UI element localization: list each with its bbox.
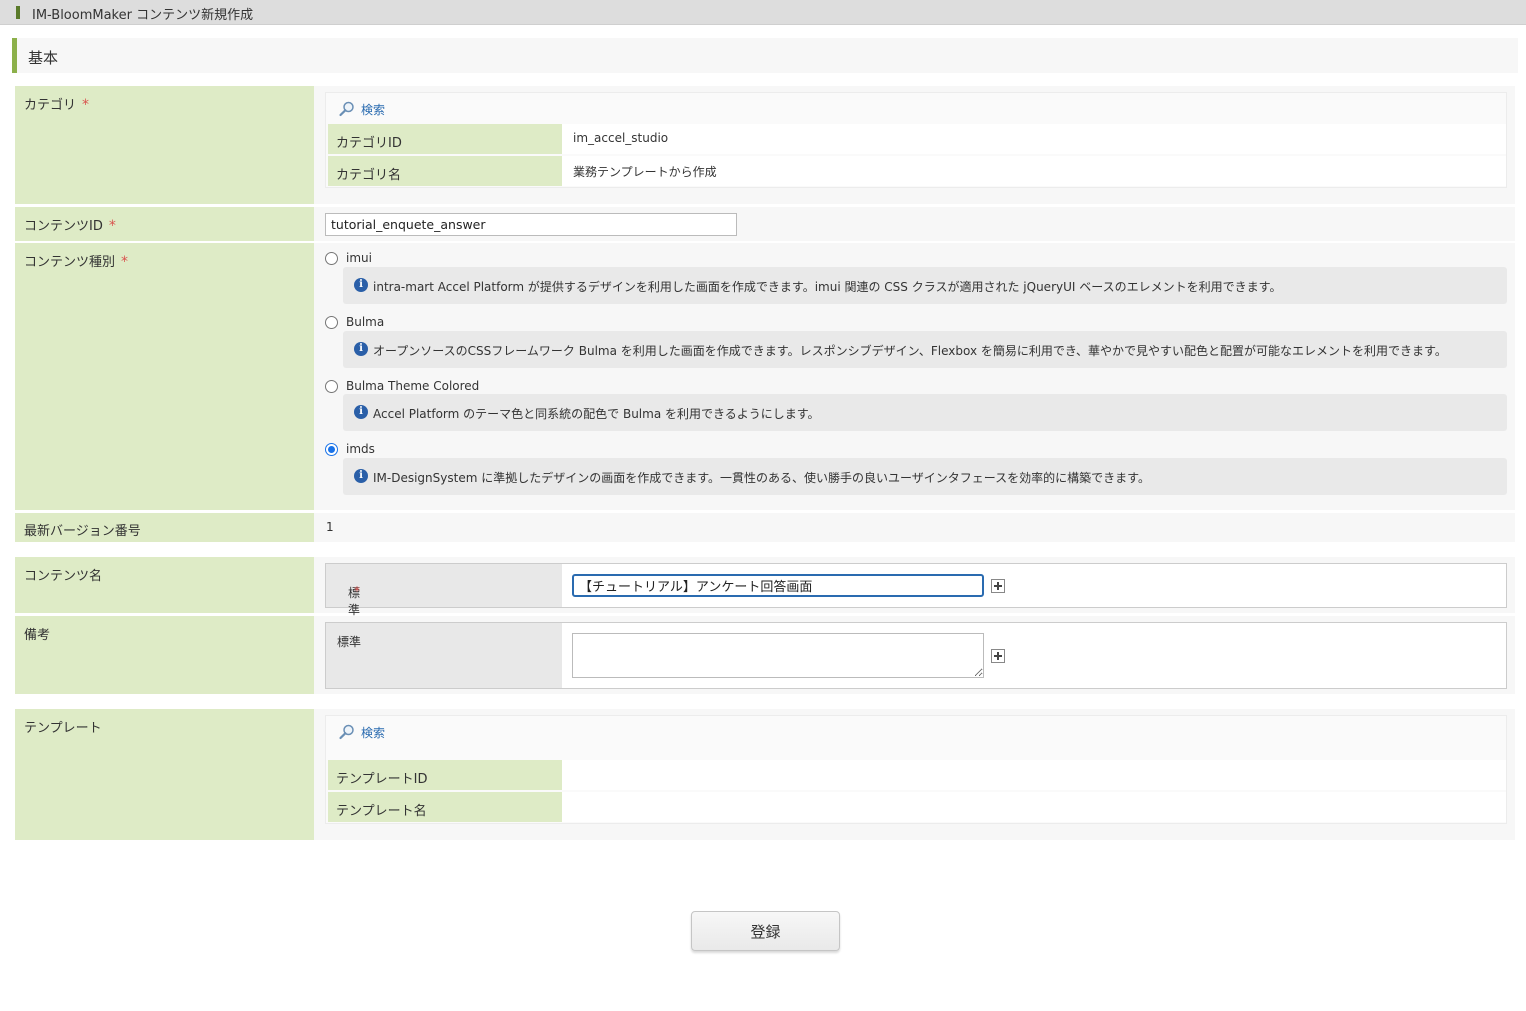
latest-version-label: 最新バージョン番号 [24, 524, 141, 539]
template-lookup: 検索 テンプレートID テンプレート名 [325, 715, 1507, 824]
template-label: テンプレート [24, 721, 102, 736]
category-id-row: カテゴリID im_accel_studio [328, 124, 1506, 154]
radio-imds[interactable] [325, 442, 338, 456]
template-id-label: テンプレートID [336, 772, 428, 787]
content-name-label-cell: コンテンツ名 [15, 557, 314, 613]
notes-textarea[interactable] [572, 633, 984, 678]
content-id-label-cell: コンテンツID * [15, 207, 314, 241]
info-text-bulma-theme-colored: Accel Platform のテーマ色と同系統の配色で Bulma を利用でき… [373, 407, 820, 421]
window-title: IM-BloomMaker コンテンツ新規作成 [32, 8, 254, 23]
notes-label: 備考 [24, 628, 51, 643]
title-bar: IM-BloomMaker コンテンツ新規作成 [0, 0, 1526, 25]
info-text-imds: IM-DesignSystem に準拠したデザインの画面を作成できます。一貫性の… [373, 471, 1150, 485]
notes-label-cell: 備考 [15, 616, 314, 694]
content-name-locale-box: 標準 * [325, 563, 1507, 617]
option-label-bulma-theme-colored: Bulma Theme Colored [346, 379, 480, 393]
content-type-option-imui[interactable]: imui [325, 251, 372, 265]
required-mark: * [354, 584, 360, 598]
category-label-cell: カテゴリ * [15, 86, 314, 204]
radio-bulma-theme-colored[interactable] [325, 379, 338, 393]
category-search-label: 検索 [361, 102, 386, 117]
info-icon: i [354, 469, 368, 483]
info-box-bulma: i オープンソースのCSSフレームワーク Bulma を利用した画面を作成できま… [343, 331, 1507, 368]
category-lookup: 検索 カテゴリID im_accel_studio カテゴリ名 業務テンプレート… [325, 92, 1507, 188]
content-type-row: コンテンツ種別 * imui i intra-mart Accel Platfor… [15, 243, 1515, 510]
search-icon [338, 723, 356, 741]
template-search-label: 検索 [361, 725, 386, 740]
info-text-bulma: オープンソースのCSSフレームワーク Bulma を利用した画面を作成できます。… [373, 344, 1447, 358]
title-bar-marker [16, 6, 20, 19]
info-box-bulma-theme-colored: i Accel Platform のテーマ色と同系統の配色で Bulma を利用… [343, 394, 1507, 431]
category-name-label: カテゴリ名 [336, 168, 402, 183]
info-box-imui: i intra-mart Accel Platform が提供するデザインを利用… [343, 267, 1507, 304]
latest-version-label-cell: 最新バージョン番号 [15, 513, 314, 542]
add-locale-plus-icon[interactable] [991, 579, 1005, 593]
radio-bulma[interactable] [325, 315, 338, 329]
info-text-imui: intra-mart Accel Platform が提供するデザインを利用した… [373, 280, 1282, 294]
template-id-row: テンプレートID [328, 760, 1506, 790]
content-type-option-bulma[interactable]: Bulma [325, 315, 384, 329]
option-label-bulma: Bulma [346, 315, 385, 329]
content-name-input[interactable] [572, 574, 984, 597]
register-button[interactable]: 登録 [691, 911, 840, 951]
info-icon: i [354, 278, 368, 292]
info-box-imds: i IM-DesignSystem に準拠したデザインの画面を作成できます。一貫… [343, 458, 1507, 495]
category-label: カテゴリ [24, 98, 77, 113]
content-name-row: コンテンツ名 標準 * [15, 557, 1515, 617]
info-icon: i [354, 405, 368, 419]
option-label-imui: imui [346, 251, 372, 265]
content-id-input[interactable] [325, 213, 737, 236]
template-label-cell: テンプレート [15, 709, 314, 840]
radio-imui[interactable] [325, 251, 338, 265]
content-type-option-imds[interactable]: imds [325, 442, 375, 456]
section-title: 基本 [28, 49, 59, 67]
section-header: 基本 [12, 38, 1518, 73]
template-name-label: テンプレート名 [336, 804, 427, 819]
content-type-option-bulma-theme-colored[interactable]: Bulma Theme Colored [325, 379, 479, 393]
info-icon: i [354, 342, 368, 356]
category-search-link[interactable]: 検索 [338, 100, 385, 118]
category-name-row: カテゴリ名 業務テンプレートから作成 [328, 156, 1506, 186]
content-type-label-cell: コンテンツ種別 * [15, 243, 314, 510]
required-mark: * [82, 97, 90, 113]
search-icon [338, 100, 356, 118]
required-mark: * [121, 254, 129, 270]
category-name-value: 業務テンプレートから作成 [573, 165, 717, 179]
notes-row: 備考 標準 [15, 616, 1515, 694]
notes-locale-box: 標準 [325, 622, 1507, 689]
category-id-value: im_accel_studio [573, 131, 669, 145]
content-id-row: コンテンツID * [15, 207, 1515, 241]
notes-locale-label-standard: 標準 [337, 635, 362, 649]
content-name-label: コンテンツ名 [24, 569, 103, 584]
template-row: テンプレート 検索 テンプレートID テンプレート名 [15, 709, 1515, 840]
template-name-row: テンプレート名 [328, 792, 1506, 822]
latest-version-row: 最新バージョン番号 1 [15, 513, 1515, 542]
latest-version-value: 1 [326, 520, 334, 534]
content-type-label: コンテンツ種別 [24, 255, 116, 270]
template-search-link[interactable]: 検索 [338, 723, 385, 741]
option-label-imds: imds [346, 442, 375, 456]
content-id-label: コンテンツID [24, 219, 103, 234]
category-row: カテゴリ * 検索 カテゴリID im_accel_studio カテゴリ名 業務… [15, 86, 1515, 204]
required-mark: * [108, 218, 116, 234]
category-id-label: カテゴリID [336, 136, 402, 151]
add-locale-plus-icon[interactable] [991, 649, 1005, 663]
